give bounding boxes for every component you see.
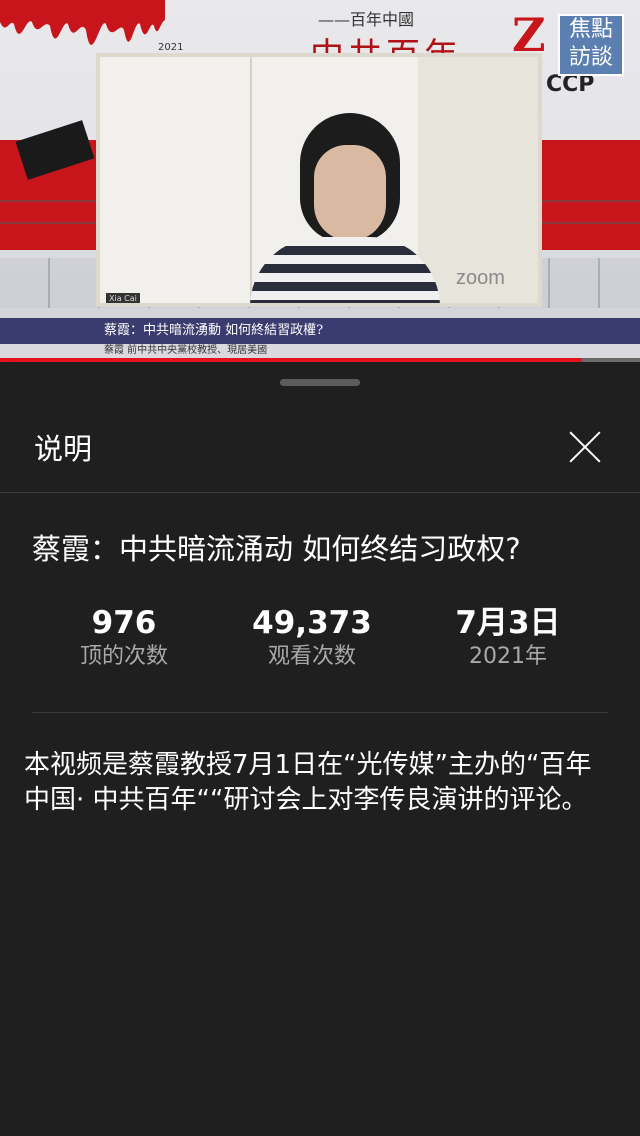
description-panel: 说明 蔡霞：中共暗流涌动 如何终结习政权? 976 顶的次数 49,373 观看…	[0, 362, 640, 1136]
zoom-watermark: zoom	[456, 267, 505, 289]
panel-title: 说明	[34, 432, 93, 466]
video-player[interactable]: ——百年中國 中共百年 Z CCP 2021 焦點訪談 zoom Xia Cai…	[0, 0, 640, 362]
views-count: 49,373	[252, 605, 372, 641]
participant-name: Xia Cai	[106, 293, 140, 303]
lower-third-title: 蔡霞：中共暗流湧動 如何終結習政權?	[0, 318, 640, 344]
likes-stat: 976 顶的次数	[24, 604, 224, 672]
divider	[32, 712, 608, 713]
series-title: ——百年中國	[318, 10, 415, 29]
door-edge	[250, 57, 252, 303]
zoom-camera-feed: zoom Xia Cai	[96, 53, 542, 307]
drag-handle[interactable]	[280, 379, 360, 386]
views-stat: 49,373 观看次数	[212, 604, 412, 672]
close-icon[interactable]	[560, 422, 610, 472]
date-stat: 7月3日 2021年	[408, 604, 608, 672]
likes-label: 顶的次数	[79, 644, 168, 669]
year-small: 2021	[158, 42, 184, 53]
video-title: 蔡霞：中共暗流涌动 如何终结习政权?	[32, 532, 521, 566]
divider	[0, 492, 640, 493]
likes-count: 976	[91, 605, 157, 641]
person-shirt	[250, 237, 440, 303]
red-flag-right	[540, 140, 640, 250]
person-face	[314, 145, 386, 241]
lower-third-subtitle: 蔡霞 前中共中央黨校教授、現居美國	[0, 344, 640, 358]
publish-date: 7月3日	[455, 605, 561, 641]
views-label: 观看次数	[267, 644, 356, 669]
brand-logo: 焦點訪談	[558, 14, 624, 76]
publish-year: 2021年	[469, 644, 547, 669]
description-text: 本视频是蔡霞教授7月1日在“光传媒”主办的“百年中国· 中共百年““研讨会上对李…	[24, 750, 592, 815]
